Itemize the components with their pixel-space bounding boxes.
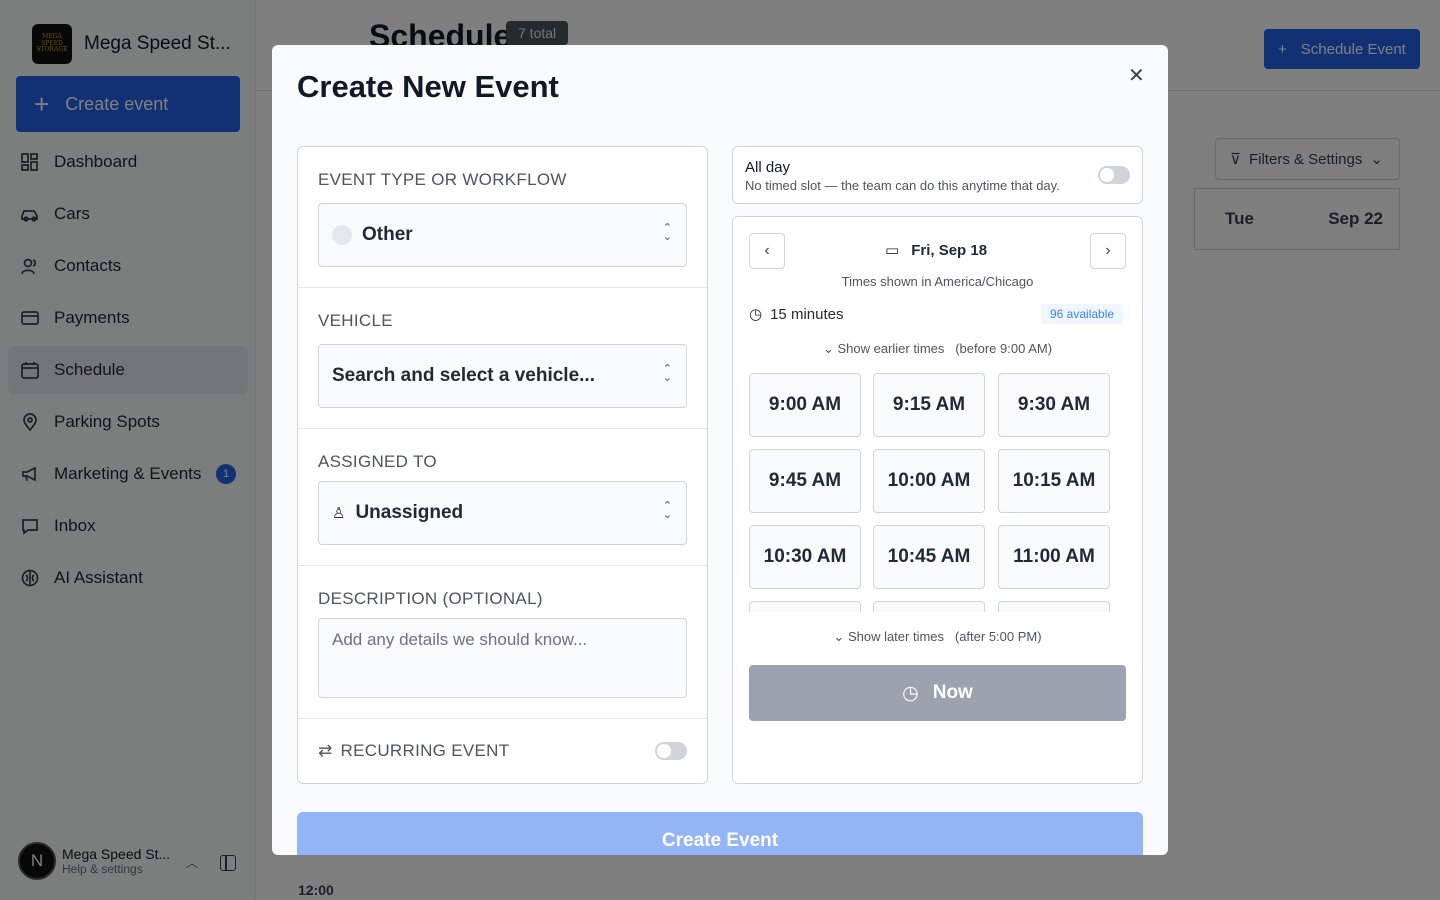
time-slot-partial[interactable] — [873, 601, 985, 612]
assigned-section: ASSIGNED TO ♙ Unassigned ⌃ ⌄ — [298, 429, 707, 566]
recurring-toggle[interactable] — [655, 742, 687, 760]
description-label: DESCRIPTION (OPTIONAL) — [318, 589, 543, 608]
recurring-row: ⇄ RECURRING EVENT — [318, 741, 509, 761]
time-slot-grid: 9:00 AM 9:15 AM 9:30 AM 9:45 AM 10:00 AM… — [749, 373, 1125, 612]
event-type-label: EVENT TYPE OR WORKFLOW — [318, 170, 567, 189]
workflow-icon — [332, 225, 352, 245]
show-later-times[interactable]: ⌄ Show later times (after 5:00 PM) — [733, 629, 1142, 645]
repeat-icon: ⇄ — [318, 741, 333, 760]
duration: ◷ 15 minutes — [749, 305, 844, 324]
clock-icon: ◷ — [902, 682, 919, 704]
assignee-select[interactable]: ♙ Unassigned ⌃ ⌄ — [318, 481, 687, 545]
now-button[interactable]: ◷ Now — [749, 665, 1126, 721]
time-slot-partial[interactable] — [749, 601, 861, 612]
time-slot-partial[interactable] — [998, 601, 1110, 612]
chevron-updown-icon: ⌃ ⌄ — [662, 222, 672, 243]
modal-title: Create New Event — [297, 69, 559, 104]
user-icon: ♙ — [332, 505, 346, 522]
close-icon[interactable]: ✕ — [1128, 63, 1145, 88]
time-slot[interactable]: 10:00 AM — [873, 449, 985, 513]
all-day-title: All day — [745, 159, 791, 176]
assignee-value: Unassigned — [355, 502, 464, 523]
clock-icon: ◷ — [749, 306, 763, 323]
vehicle-placeholder: Search and select a vehicle... — [332, 365, 595, 386]
time-slot[interactable]: 10:30 AM — [749, 525, 861, 589]
show-later-label: Show later times (after 5:00 PM) — [847, 629, 1042, 644]
create-event-submit-button[interactable]: Create Event — [297, 812, 1143, 855]
all-day-card: All day No timed slot — the team can do … — [732, 146, 1143, 204]
time-slot[interactable]: 9:15 AM — [873, 373, 985, 437]
chevron-down-icon: ⌄ — [833, 629, 848, 644]
vehicle-select[interactable]: Search and select a vehicle... ⌃ ⌄ — [318, 344, 687, 408]
chevron-updown-icon: ⌃ ⌄ — [662, 363, 672, 384]
calendar-icon: ▭ — [885, 242, 900, 259]
now-label: Now — [932, 682, 973, 703]
vehicle-label: VEHICLE — [318, 311, 393, 330]
show-earlier-label: Show earlier times (before 9:00 AM) — [837, 341, 1053, 356]
event-type-value: Other — [362, 224, 413, 245]
time-slot[interactable]: 9:45 AM — [749, 449, 861, 513]
create-event-modal: Create New Event ✕ EVENT TYPE OR WORKFLO… — [272, 45, 1168, 855]
chevron-down-icon: ⌄ — [822, 341, 838, 356]
available-badge: 96 available — [1041, 304, 1124, 324]
description-textarea[interactable]: Add any details we should know... — [318, 618, 687, 698]
recurring-label: RECURRING EVENT — [340, 741, 510, 760]
chevron-right-icon: › — [1105, 242, 1111, 259]
time-picker: ‹ ▭ Fri, Sep 18 › Times shown in America… — [732, 216, 1143, 784]
event-type-section: EVENT TYPE OR WORKFLOW Other ⌃ ⌄ — [298, 147, 707, 288]
timezone-note: Times shown in America/Chicago — [841, 274, 1034, 289]
time-slot[interactable]: 11:00 AM — [998, 525, 1110, 589]
chevron-left-icon: ‹ — [764, 242, 770, 259]
assigned-label: ASSIGNED TO — [318, 452, 437, 471]
time-slot[interactable]: 10:15 AM — [998, 449, 1110, 513]
event-form: EVENT TYPE OR WORKFLOW Other ⌃ ⌄ VEHICLE … — [297, 146, 708, 784]
chevron-updown-icon: ⌃ ⌄ — [662, 500, 672, 521]
vehicle-section: VEHICLE Search and select a vehicle... ⌃… — [298, 288, 707, 429]
event-type-select[interactable]: Other ⌃ ⌄ — [318, 203, 687, 267]
all-day-toggle[interactable] — [1098, 166, 1130, 184]
time-slot[interactable]: 9:30 AM — [998, 373, 1110, 437]
time-slot[interactable]: 9:00 AM — [749, 373, 861, 437]
next-day-button[interactable]: › — [1090, 233, 1126, 269]
selected-date-label: Fri, Sep 18 — [911, 241, 988, 259]
selected-date: ▭ Fri, Sep 18 — [885, 241, 988, 260]
prev-day-button[interactable]: ‹ — [749, 233, 785, 269]
duration-label: 15 minutes — [770, 305, 844, 323]
time-slot[interactable]: 10:45 AM — [873, 525, 985, 589]
all-day-subtitle: No timed slot — the team can do this any… — [745, 178, 1060, 193]
show-earlier-times[interactable]: ⌄ Show earlier times (before 9:00 AM) — [733, 341, 1142, 357]
